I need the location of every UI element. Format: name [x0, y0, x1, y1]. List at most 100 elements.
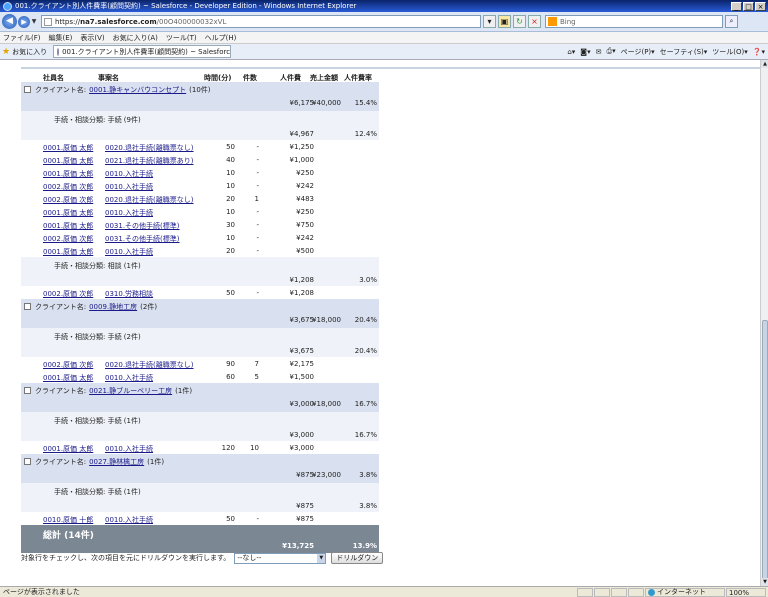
employee-link[interactable]: 0010.原価 十郎 — [43, 515, 93, 525]
cost-value: ¥1,250 — [289, 143, 315, 151]
case-link[interactable]: 0020.退社手続(離職票なし) — [105, 143, 194, 153]
back-button[interactable]: ◀ — [2, 14, 17, 29]
scroll-thumb[interactable] — [762, 320, 768, 580]
row-checkbox[interactable] — [24, 303, 31, 310]
vertical-scrollbar[interactable]: ▲ ▼ — [760, 60, 768, 586]
client-count: (2件) — [140, 303, 158, 311]
case-link[interactable]: 0031.その他手続(標準) — [105, 234, 180, 244]
safety-menu[interactable]: セーフティ(S)▾ — [660, 47, 708, 57]
client-label: クライアント名: 0027.静林檎工房 (1件) — [35, 457, 164, 467]
time-value: 50 — [226, 143, 235, 151]
chevron-down-icon[interactable]: ▼ — [317, 553, 326, 563]
close-button[interactable]: × — [755, 1, 766, 11]
scroll-down-icon[interactable]: ▼ — [761, 578, 768, 586]
case-link[interactable]: 0010.入社手続 — [105, 373, 153, 383]
case-link[interactable]: 0010.入社手続 — [105, 169, 153, 179]
category-label: 手続・相談分類: 手続 (9件) — [54, 116, 141, 124]
employee-link[interactable]: 0001.原価 太郎 — [43, 247, 93, 257]
browser-tab[interactable]: 001.クライアント別人件費率(顧問契約) ~ Salesforce ... — [53, 45, 232, 58]
case-link[interactable]: 0010.入社手続 — [105, 515, 153, 525]
count-value: - — [256, 143, 259, 151]
employee-link[interactable]: 0002.原価 次郎 — [43, 360, 93, 370]
category-subtotal-row: ¥3,675 20.4% — [21, 344, 379, 357]
lock-icon[interactable]: ▣ — [498, 15, 511, 28]
row-checkbox[interactable] — [24, 458, 31, 465]
menu-edit[interactable]: 編集(E) — [49, 33, 73, 43]
search-input[interactable]: Bing — [545, 15, 723, 28]
row-checkbox[interactable] — [24, 387, 31, 394]
zoom-level[interactable]: 100% — [726, 587, 766, 597]
employee-link[interactable]: 0002.原価 次郎 — [43, 234, 93, 244]
client-link[interactable]: 0021.静ブルーベリー工房 — [89, 387, 172, 395]
page-content: 社員名 事案名 時間(分) 件数 人件費 売上金額 人件費率 クライアント名: 0… — [0, 60, 760, 586]
zone-label: インターネット — [657, 588, 706, 596]
employee-link[interactable]: 0001.原価 太郎 — [43, 373, 93, 383]
employee-link[interactable]: 0002.原価 次郎 — [43, 195, 93, 205]
page-menu[interactable]: ページ(P)▾ — [621, 47, 655, 57]
client-subtotal-row: ¥6,175 ¥40,000 15.4% — [21, 95, 379, 111]
case-link[interactable]: 0010.入社手続 — [105, 208, 153, 218]
forward-button[interactable]: ▶ — [18, 15, 30, 28]
category-group-row: 手続・相談分類: 手続 (9件) — [21, 111, 379, 127]
stop-icon[interactable]: × — [528, 15, 541, 28]
case-link[interactable]: 0021.退社手続(離職票あり) — [105, 156, 194, 166]
status-cell-1 — [577, 587, 593, 597]
category-subtotal-row: ¥3,000 16.7% — [21, 428, 379, 441]
drilldown-select[interactable]: --なし-- ▼ — [234, 552, 327, 564]
print-icon[interactable]: ⎙▾ — [606, 47, 615, 56]
globe-icon — [648, 588, 655, 596]
table-row: 0010.原価 十郎 0010.入社手続 50 - ¥875 — [21, 512, 379, 525]
menu-view[interactable]: 表示(V) — [80, 33, 104, 43]
employee-link[interactable]: 0002.原価 次郎 — [43, 182, 93, 192]
client-link[interactable]: 0027.静林檎工房 — [89, 458, 144, 466]
client-rate: 16.7% — [354, 400, 377, 408]
client-label: クライアント名: 0009.静地工房 (2件) — [35, 302, 157, 312]
employee-link[interactable]: 0001.原価 太郎 — [43, 221, 93, 231]
time-value: 30 — [226, 221, 235, 229]
table-row: 0001.原価 太郎 0010.入社手続 10 - ¥250 — [21, 166, 379, 179]
case-link[interactable]: 0310.労務相談 — [105, 289, 153, 299]
employee-link[interactable]: 0001.原価 太郎 — [43, 156, 93, 166]
case-link[interactable]: 0020.退社手続(離職票なし) — [105, 195, 194, 205]
help-icon[interactable]: ❓▾ — [753, 48, 765, 56]
case-link[interactable]: 0010.入社手続 — [105, 444, 153, 454]
scroll-up-icon[interactable]: ▲ — [761, 60, 768, 68]
table-row: 0001.原価 太郎 0021.退社手続(離職票あり) 40 - ¥1,000 — [21, 153, 379, 166]
category-group-row: 手続・相談分類: 手続 (2件) — [21, 328, 379, 344]
favorites-label[interactable]: お気に入り — [12, 47, 47, 57]
minimize-button[interactable]: _ — [731, 1, 742, 11]
menu-file[interactable]: ファイル(F) — [3, 33, 41, 43]
employee-link[interactable]: 0001.原価 太郎 — [43, 208, 93, 218]
tools-menu[interactable]: ツール(O)▾ — [712, 47, 748, 57]
search-icon[interactable]: ⌕ — [725, 15, 738, 28]
menu-help[interactable]: ヘルプ(H) — [205, 33, 237, 43]
case-link[interactable]: 0010.入社手続 — [105, 182, 153, 192]
maximize-button[interactable]: □ — [743, 1, 754, 11]
employee-link[interactable]: 0002.原価 次郎 — [43, 289, 93, 299]
row-checkbox[interactable] — [24, 86, 31, 93]
feed-icon[interactable]: ◙▾ — [580, 48, 590, 56]
client-cost: ¥3,000 — [289, 400, 315, 408]
url-dropdown-icon[interactable]: ▾ — [483, 15, 496, 28]
case-link[interactable]: 0020.退社手続(離職票なし) — [105, 360, 194, 370]
employee-link[interactable]: 0001.原価 太郎 — [43, 444, 93, 454]
url-input[interactable]: https://na7.salesforce.com/00O400000032x… — [41, 15, 481, 28]
employee-link[interactable]: 0001.原価 太郎 — [43, 169, 93, 179]
case-link[interactable]: 0010.入社手続 — [105, 247, 153, 257]
employee-link[interactable]: 0001.原価 太郎 — [43, 143, 93, 153]
cost-value: ¥1,500 — [289, 373, 315, 381]
favorites-star-icon[interactable]: ★ — [2, 47, 10, 57]
mail-icon[interactable]: ✉ — [596, 48, 602, 56]
case-link[interactable]: 0031.その他手続(標準) — [105, 221, 180, 231]
count-value: - — [256, 515, 259, 523]
menu-favorites[interactable]: お気に入り(A) — [113, 33, 158, 43]
menu-tools[interactable]: ツール(T) — [166, 33, 197, 43]
category-rate: 16.7% — [354, 431, 377, 439]
security-zone[interactable]: インターネット — [645, 587, 725, 597]
client-link[interactable]: 0001.静キャンバウコンセプト — [89, 86, 186, 94]
history-dropdown-icon[interactable]: ▼ — [30, 18, 38, 25]
refresh-icon[interactable]: ↻ — [513, 15, 526, 28]
home-icon[interactable]: ⌂▾ — [567, 48, 575, 56]
drilldown-button[interactable]: ドリルダウン — [331, 552, 384, 564]
client-link[interactable]: 0009.静地工房 — [89, 303, 137, 311]
